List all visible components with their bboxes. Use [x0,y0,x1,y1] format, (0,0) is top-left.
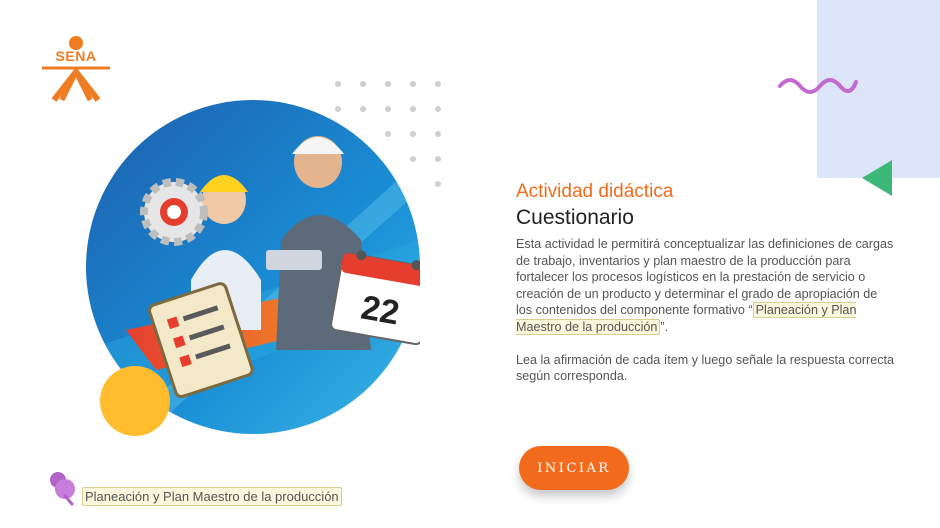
sena-logo: SENA [40,34,112,102]
calendar-day: 22 [358,288,402,332]
yellow-circle-decoration [100,366,170,436]
footer-label: Planeación y Plan Maestro de la producci… [82,487,342,506]
activity-content: Actividad didáctica Cuestionario Esta ac… [516,180,896,385]
start-button[interactable]: INICIAR [519,446,629,490]
pin-icon [50,472,75,506]
activity-title: Cuestionario [516,206,634,229]
logo-text: SENA [55,48,97,64]
activity-instructions: Lea la afirmación de cada ítem y luego s… [516,352,895,384]
description-end: ”. [660,319,669,334]
activity-kicker: Actividad didáctica [516,181,674,202]
footer: Planeación y Plan Maestro de la producci… [48,466,342,506]
activity-description: Esta actividad le permitirá conceptualiz… [516,236,896,336]
wave-decoration [778,78,858,94]
